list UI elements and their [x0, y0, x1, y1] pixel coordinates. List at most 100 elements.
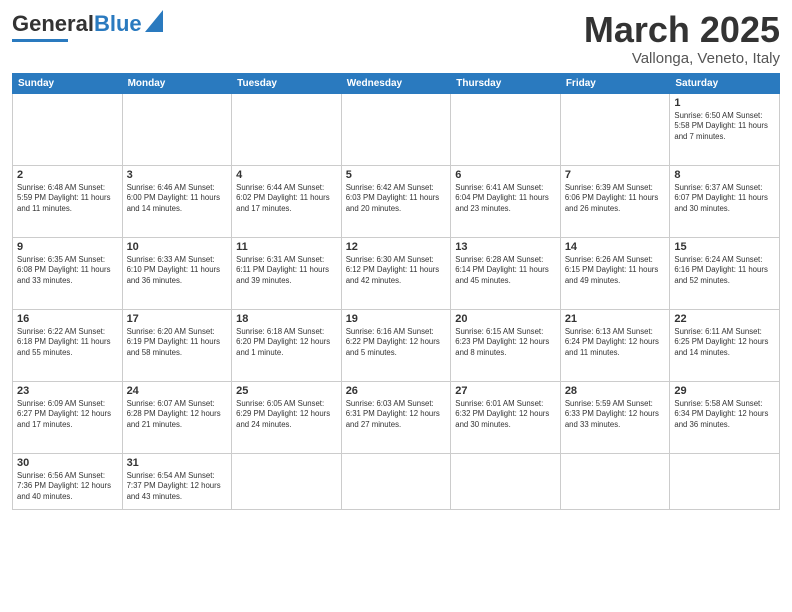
logo-triangle-icon [145, 10, 163, 37]
day-info: Sunrise: 6:05 AM Sunset: 6:29 PM Dayligh… [236, 399, 337, 431]
day-number: 29 [674, 385, 775, 397]
day-number: 27 [455, 385, 556, 397]
day-number: 22 [674, 313, 775, 325]
day-info: Sunrise: 6:35 AM Sunset: 6:08 PM Dayligh… [17, 255, 118, 287]
day-number: 25 [236, 385, 337, 397]
title-area: March 2025 Vallonga, Veneto, Italy [584, 10, 780, 67]
day-info: Sunrise: 6:16 AM Sunset: 6:22 PM Dayligh… [346, 327, 447, 359]
day-number: 14 [565, 241, 666, 253]
table-cell [122, 93, 232, 165]
page-container: General Blue March 2025 Vallonga, Veneto… [0, 0, 792, 518]
day-info: Sunrise: 6:42 AM Sunset: 6:03 PM Dayligh… [346, 183, 447, 215]
table-cell: 13 Sunrise: 6:28 AM Sunset: 6:14 PM Dayli… [451, 237, 561, 309]
table-cell [670, 453, 780, 509]
day-number: 12 [346, 241, 447, 253]
day-info: Sunrise: 6:26 AM Sunset: 6:15 PM Dayligh… [565, 255, 666, 287]
day-number: 18 [236, 313, 337, 325]
day-number: 9 [17, 241, 118, 253]
location-title: Vallonga, Veneto, Italy [584, 50, 780, 67]
day-info: Sunrise: 6:48 AM Sunset: 5:59 PM Dayligh… [17, 183, 118, 215]
logo-general: General [12, 11, 94, 37]
table-cell [560, 453, 670, 509]
day-number: 13 [455, 241, 556, 253]
day-number: 8 [674, 169, 775, 181]
table-cell [560, 93, 670, 165]
table-cell: 17 Sunrise: 6:20 AM Sunset: 6:19 PM Dayli… [122, 309, 232, 381]
day-number: 11 [236, 241, 337, 253]
day-info: Sunrise: 6:31 AM Sunset: 6:11 PM Dayligh… [236, 255, 337, 287]
table-cell: 12 Sunrise: 6:30 AM Sunset: 6:12 PM Dayli… [341, 237, 451, 309]
table-cell: 1 Sunrise: 6:50 AM Sunset: 5:58 PM Daylig… [670, 93, 780, 165]
table-cell [341, 453, 451, 509]
logo-blue: Blue [94, 11, 142, 37]
table-cell: 3 Sunrise: 6:46 AM Sunset: 6:00 PM Daylig… [122, 165, 232, 237]
day-number: 23 [17, 385, 118, 397]
day-info: Sunrise: 6:20 AM Sunset: 6:19 PM Dayligh… [127, 327, 228, 359]
day-number: 3 [127, 169, 228, 181]
table-cell: 16 Sunrise: 6:22 AM Sunset: 6:18 PM Dayli… [13, 309, 123, 381]
day-number: 28 [565, 385, 666, 397]
table-cell: 5 Sunrise: 6:42 AM Sunset: 6:03 PM Daylig… [341, 165, 451, 237]
table-cell: 28 Sunrise: 5:59 AM Sunset: 6:33 PM Dayli… [560, 381, 670, 453]
table-cell: 30Sunrise: 6:56 AM Sunset: 7:36 PM Dayli… [13, 453, 123, 509]
table-cell: 31Sunrise: 6:54 AM Sunset: 7:37 PM Dayli… [122, 453, 232, 509]
day-info: Sunrise: 6:28 AM Sunset: 6:14 PM Dayligh… [455, 255, 556, 287]
header-saturday: Saturday [670, 73, 780, 93]
day-number: 21 [565, 313, 666, 325]
table-cell: 23Sunrise: 6:09 AM Sunset: 6:27 PM Dayli… [13, 381, 123, 453]
header: General Blue March 2025 Vallonga, Veneto… [12, 10, 780, 67]
day-info: Sunrise: 6:15 AM Sunset: 6:23 PM Dayligh… [455, 327, 556, 359]
table-cell: 22 Sunrise: 6:11 AM Sunset: 6:25 PM Dayli… [670, 309, 780, 381]
header-thursday: Thursday [451, 73, 561, 93]
day-info: Sunrise: 6:24 AM Sunset: 6:16 PM Dayligh… [674, 255, 775, 287]
table-cell: 8Sunrise: 6:37 AM Sunset: 6:07 PM Daylig… [670, 165, 780, 237]
table-cell: 9 Sunrise: 6:35 AM Sunset: 6:08 PM Daylig… [13, 237, 123, 309]
day-info: Sunrise: 6:39 AM Sunset: 6:06 PM Dayligh… [565, 183, 666, 215]
table-cell [451, 93, 561, 165]
logo-underline [12, 39, 68, 42]
day-number: 1 [674, 97, 775, 109]
table-cell [451, 453, 561, 509]
day-info: Sunrise: 6:11 AM Sunset: 6:25 PM Dayligh… [674, 327, 775, 359]
day-number: 31 [127, 457, 228, 469]
header-monday: Monday [122, 73, 232, 93]
day-info: Sunrise: 6:44 AM Sunset: 6:02 PM Dayligh… [236, 183, 337, 215]
day-number: 24 [127, 385, 228, 397]
table-cell [341, 93, 451, 165]
table-cell: 24 Sunrise: 6:07 AM Sunset: 6:28 PM Dayli… [122, 381, 232, 453]
day-info: Sunrise: 6:30 AM Sunset: 6:12 PM Dayligh… [346, 255, 447, 287]
header-friday: Friday [560, 73, 670, 93]
day-number: 15 [674, 241, 775, 253]
day-info: Sunrise: 6:46 AM Sunset: 6:00 PM Dayligh… [127, 183, 228, 215]
table-cell [13, 93, 123, 165]
header-wednesday: Wednesday [341, 73, 451, 93]
day-info: Sunrise: 6:18 AM Sunset: 6:20 PM Dayligh… [236, 327, 337, 359]
table-cell [232, 453, 342, 509]
calendar-table: Sunday Monday Tuesday Wednesday Thursday… [12, 73, 780, 510]
day-info: Sunrise: 6:50 AM Sunset: 5:58 PM Dayligh… [674, 111, 775, 143]
day-info: Sunrise: 6:07 AM Sunset: 6:28 PM Dayligh… [127, 399, 228, 431]
day-info: Sunrise: 6:33 AM Sunset: 6:10 PM Dayligh… [127, 255, 228, 287]
table-cell: 19Sunrise: 6:16 AM Sunset: 6:22 PM Dayli… [341, 309, 451, 381]
day-number: 26 [346, 385, 447, 397]
table-cell: 26 Sunrise: 6:03 AM Sunset: 6:31 PM Dayli… [341, 381, 451, 453]
day-number: 16 [17, 313, 118, 325]
logo-area: General Blue [12, 10, 163, 42]
day-number: 6 [455, 169, 556, 181]
day-info: Sunrise: 6:56 AM Sunset: 7:36 PM Dayligh… [17, 471, 118, 503]
day-number: 17 [127, 313, 228, 325]
day-number: 2 [17, 169, 118, 181]
day-info: Sunrise: 6:41 AM Sunset: 6:04 PM Dayligh… [455, 183, 556, 215]
day-info: Sunrise: 6:22 AM Sunset: 6:18 PM Dayligh… [17, 327, 118, 359]
day-info: Sunrise: 5:59 AM Sunset: 6:33 PM Dayligh… [565, 399, 666, 431]
day-number: 5 [346, 169, 447, 181]
day-info: Sunrise: 6:13 AM Sunset: 6:24 PM Dayligh… [565, 327, 666, 359]
day-number: 10 [127, 241, 228, 253]
day-number: 20 [455, 313, 556, 325]
table-cell: 21 Sunrise: 6:13 AM Sunset: 6:24 PM Dayli… [560, 309, 670, 381]
day-info: Sunrise: 6:03 AM Sunset: 6:31 PM Dayligh… [346, 399, 447, 431]
table-cell: 15 Sunrise: 6:24 AM Sunset: 6:16 PM Dayli… [670, 237, 780, 309]
table-cell [232, 93, 342, 165]
day-info: Sunrise: 6:01 AM Sunset: 6:32 PM Dayligh… [455, 399, 556, 431]
table-cell: 11 Sunrise: 6:31 AM Sunset: 6:11 PM Dayli… [232, 237, 342, 309]
